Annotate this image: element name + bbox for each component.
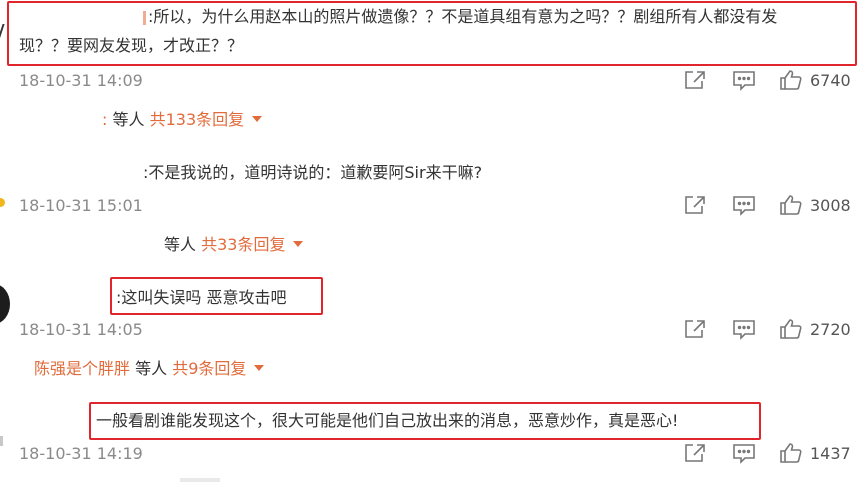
reply-text: 等人 xyxy=(135,359,168,378)
like-icon xyxy=(780,443,802,463)
username-fragment xyxy=(143,11,146,25)
share-button[interactable] xyxy=(682,193,708,217)
share-icon xyxy=(685,444,705,462)
chevron-down-icon xyxy=(293,241,304,247)
reply-summary: 陈强是个胖胖 等人 共9条回复 xyxy=(34,358,265,380)
like-button[interactable] xyxy=(778,317,804,341)
reply-username[interactable]: 陈强是个胖胖 xyxy=(34,359,130,378)
like-icon xyxy=(780,319,802,339)
comment-meta-row: 18-10-31 14:05 2720 xyxy=(0,315,864,345)
comment-button[interactable] xyxy=(731,317,757,341)
like-icon xyxy=(780,70,802,90)
comment-icon xyxy=(733,196,755,216)
comment-button[interactable] xyxy=(731,193,757,217)
like-count: 6740 xyxy=(810,71,851,90)
view-replies-label: 共133条回复 xyxy=(149,110,245,129)
weibo-comment-thread: :所以，为什么用赵本山的照片做遗像？？不是道具组有意为之吗？？剧组所有人都没有发… xyxy=(0,0,864,485)
share-icon xyxy=(685,71,705,89)
reply-username[interactable]: : xyxy=(102,110,107,129)
view-replies-label: 共33条回复 xyxy=(201,235,286,254)
comment-timestamp: 18-10-31 14:19 xyxy=(19,444,143,463)
share-icon xyxy=(685,320,705,338)
view-replies-link[interactable]: 共9条回复 xyxy=(172,359,265,378)
like-button[interactable] xyxy=(778,441,804,465)
share-icon xyxy=(685,196,705,214)
comment-timestamp: 18-10-31 14:05 xyxy=(19,320,143,339)
cropped-next-row xyxy=(180,478,220,482)
comment-text: 一般看剧谁能发现这个，很大可能是他们自己放出来的消息，恶意炒作，真是恶心! xyxy=(96,411,679,430)
comment-meta-row: 18-10-31 14:19 1437 xyxy=(0,439,864,469)
reply-summary: 等人 共33条回复 xyxy=(164,234,304,256)
comment-icon xyxy=(733,320,755,340)
comment-timestamp: 18-10-31 14:09 xyxy=(19,71,143,90)
share-button[interactable] xyxy=(682,441,708,465)
view-replies-label: 共9条回复 xyxy=(172,359,247,378)
comment-text: :这叫失误吗 恶意攻击吧 xyxy=(116,288,287,307)
reply-text: 等人 xyxy=(112,110,145,129)
like-button[interactable] xyxy=(778,193,804,217)
like-count: 3008 xyxy=(810,196,851,215)
comment-button[interactable] xyxy=(731,68,757,92)
share-button[interactable] xyxy=(682,317,708,341)
reply-text: 等人 xyxy=(164,235,197,254)
comment-meta-row: 18-10-31 14:09 6740 xyxy=(0,66,864,96)
chevron-down-icon xyxy=(252,116,263,122)
comment-timestamp: 18-10-31 15:01 xyxy=(19,196,143,215)
reply-summary: : 等人 共133条回复 xyxy=(102,109,263,131)
like-count: 2720 xyxy=(810,320,851,339)
comment-button[interactable] xyxy=(731,441,757,465)
like-button[interactable] xyxy=(778,68,804,92)
like-icon xyxy=(780,195,802,215)
chevron-down-icon xyxy=(254,365,265,371)
comment-text-line2: 现？？要网友发现，才改正？？ xyxy=(19,36,244,55)
like-count: 1437 xyxy=(810,444,851,463)
comment-meta-row: 18-10-31 15:01 3008 xyxy=(0,191,864,221)
share-button[interactable] xyxy=(682,68,708,92)
view-replies-link[interactable]: 共133条回复 xyxy=(150,110,263,129)
view-replies-link[interactable]: 共33条回复 xyxy=(201,235,304,254)
cropped-avatar-fragment xyxy=(0,24,5,40)
comment-icon xyxy=(733,71,755,91)
comment-icon xyxy=(733,444,755,464)
comment-text-line1: :所以，为什么用赵本山的照片做遗像？？不是道具组有意为之吗？？剧组所有人都没有发 xyxy=(148,7,778,26)
comment-text: :不是我说的，道明诗说的：道歉要阿Sir来干嘛? xyxy=(143,163,483,182)
